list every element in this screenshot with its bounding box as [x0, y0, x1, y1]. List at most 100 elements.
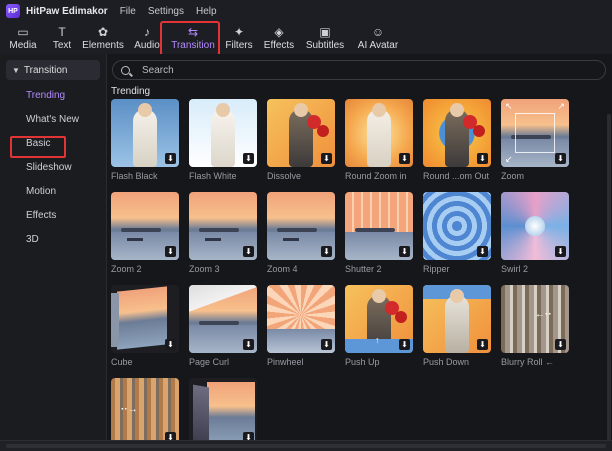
download-icon[interactable]: ⬇	[243, 339, 254, 350]
transition-label: Flash White	[189, 171, 237, 181]
transition-thumbnail[interactable]: ⬇	[189, 99, 257, 167]
download-icon[interactable]: ⬇	[243, 246, 254, 257]
transition-label: Zoom	[501, 171, 525, 181]
download-icon[interactable]: ⬇	[399, 246, 410, 257]
transition-thumbnail[interactable]: ↓⬇	[423, 285, 491, 353]
transition-card[interactable]: ↑ ⬇ Push Up	[345, 285, 413, 367]
timeline-strip	[0, 440, 612, 451]
text-icon: T	[58, 25, 66, 39]
sidebar-item-slideshow[interactable]: Slideshow	[26, 161, 72, 175]
transition-thumbnail[interactable]: ↖ ↗ ↙ ⬇	[501, 99, 569, 167]
download-icon[interactable]: ⬇	[555, 153, 566, 164]
filters-icon: ✦	[233, 25, 245, 39]
sidebar-item-what-s-new[interactable]: What's New	[26, 113, 79, 127]
download-icon[interactable]: ⬇	[477, 153, 488, 164]
toolbar-audio[interactable]: ♪ Audio	[130, 22, 164, 54]
transition-thumbnail[interactable]: ⬇	[423, 99, 491, 167]
sidebar-item-motion[interactable]: Motion	[26, 185, 56, 199]
transition-thumbnail[interactable]: ⬇	[111, 285, 179, 353]
toolbar-label: Transition	[171, 40, 215, 51]
search-input[interactable]	[140, 63, 584, 77]
download-icon[interactable]: ⬇	[321, 339, 332, 350]
transition-thumbnail[interactable]: ⬇	[189, 192, 257, 260]
transition-thumbnail[interactable]: ⬇	[267, 99, 335, 167]
transition-card[interactable]: ⬇ Zoom 2	[111, 192, 179, 274]
download-icon[interactable]: ⬇	[321, 153, 332, 164]
transition-card[interactable]: ··→ ⬇	[111, 378, 179, 446]
transition-card[interactable]: ⬇ Zoom 3	[189, 192, 257, 274]
transition-thumbnail[interactable]: ⬇	[345, 192, 413, 260]
transition-card[interactable]: ⬇ Round ...om Out	[423, 99, 491, 181]
toolbar-text[interactable]: T Text	[47, 22, 77, 54]
transition-thumbnail[interactable]: ⬇	[423, 192, 491, 260]
transition-card[interactable]: ⬇ Cube	[111, 285, 179, 367]
subtitles-icon: ▣	[319, 25, 331, 39]
download-icon[interactable]: ⬇	[165, 153, 176, 164]
toolbar-label: Filters	[225, 40, 253, 51]
transition-card[interactable]: ⬇	[189, 378, 257, 446]
download-icon[interactable]: ⬇	[321, 246, 332, 257]
download-icon[interactable]: ⬇	[243, 153, 254, 164]
transition-thumbnail[interactable]: ⬇	[267, 285, 335, 353]
sidebar-item-trending[interactable]: Trending	[26, 89, 65, 103]
download-icon[interactable]: ⬇	[399, 339, 410, 350]
transition-card[interactable]: ⬇ Shutter 2	[345, 192, 413, 274]
transition-icon: ⇆	[187, 25, 199, 39]
transition-thumbnail[interactable]: ↑ ⬇	[345, 285, 413, 353]
download-icon[interactable]: ⬇	[399, 153, 410, 164]
sidebar-item-effects[interactable]: Effects	[26, 209, 56, 223]
transition-card[interactable]: ⬇ Round Zoom in	[345, 99, 413, 181]
transition-label: Zoom 4	[267, 264, 298, 274]
transition-card[interactable]: ↓⬇ Push Down	[423, 285, 491, 367]
download-icon[interactable]: ⬇	[477, 339, 488, 350]
transition-thumbnail[interactable]: ←·· ⬇	[501, 285, 569, 353]
transition-label: Push Up	[345, 357, 380, 367]
scrollbar[interactable]	[607, 114, 611, 444]
transition-card[interactable]: ⬇ Pinwheel	[267, 285, 335, 367]
toolbar-elements[interactable]: ✿ Elements	[78, 22, 128, 54]
transition-card[interactable]: ⬇ Page Curl	[189, 285, 257, 367]
transition-thumbnail[interactable]: ⬇	[345, 99, 413, 167]
transition-card[interactable]: ⬇ Ripper	[423, 192, 491, 274]
transition-label: Page Curl	[189, 357, 230, 367]
transition-thumbnail[interactable]: ⬇	[189, 285, 257, 353]
menu-help[interactable]: Help	[196, 6, 217, 17]
download-icon[interactable]: ⬇	[165, 339, 176, 350]
download-icon[interactable]: ⬇	[165, 246, 176, 257]
transition-thumbnail[interactable]: ⬇	[501, 192, 569, 260]
menu-settings[interactable]: Settings	[148, 6, 184, 17]
sidebar-header-transition[interactable]: ▼ Transition	[6, 60, 100, 80]
transition-card[interactable]: ⬇ Flash Black	[111, 99, 179, 181]
transition-thumbnail[interactable]: ⬇	[111, 192, 179, 260]
transition-label: Round Zoom in	[345, 171, 407, 181]
toolbar-filters[interactable]: ✦ Filters	[221, 22, 257, 54]
sidebar-item-3d[interactable]: 3D	[26, 233, 39, 247]
toolbar-subtitles[interactable]: ▣ Subtitles	[301, 22, 349, 54]
timeline-scrollbar[interactable]	[6, 444, 606, 448]
audio-icon: ♪	[144, 25, 150, 39]
transition-label: Round ...om Out	[423, 171, 490, 181]
toolbar-label: Effects	[263, 40, 295, 51]
toolbar-transition[interactable]: ⇆ Transition	[165, 22, 221, 54]
transition-card[interactable]: ⬇ Dissolve	[267, 99, 335, 181]
menu-file[interactable]: File	[120, 6, 136, 17]
download-icon[interactable]: ⬇	[555, 246, 566, 257]
toolbar-media[interactable]: ▭ Media	[0, 22, 46, 54]
download-icon[interactable]: ⬇	[477, 246, 488, 257]
transition-card[interactable]: ⬇ Zoom 4	[267, 192, 335, 274]
media-icon: ▭	[17, 25, 29, 39]
toolbar-effects[interactable]: ◈ Effects	[259, 22, 299, 54]
transition-card[interactable]: ⬇ Swirl 2	[501, 192, 569, 274]
transition-card[interactable]: ←·· ⬇ Blurry Roll ←	[501, 285, 569, 367]
transition-card[interactable]: ↖ ↗ ↙ ⬇ Zoom	[501, 99, 569, 181]
transition-card[interactable]: ⬇ Flash White	[189, 99, 257, 181]
transition-thumbnail[interactable]: ··→ ⬇	[111, 378, 179, 446]
transition-thumbnail[interactable]: ⬇	[189, 378, 257, 446]
transition-thumbnail[interactable]: ⬇	[111, 99, 179, 167]
app-logo-icon: HP	[6, 4, 20, 18]
transition-thumbnail[interactable]: ⬇	[267, 192, 335, 260]
search-bar[interactable]	[112, 60, 606, 80]
download-icon[interactable]: ⬇	[555, 339, 566, 350]
toolbar-ai-avatar[interactable]: ☺ AI Avatar	[350, 22, 406, 54]
effects-icon: ◈	[274, 25, 284, 39]
